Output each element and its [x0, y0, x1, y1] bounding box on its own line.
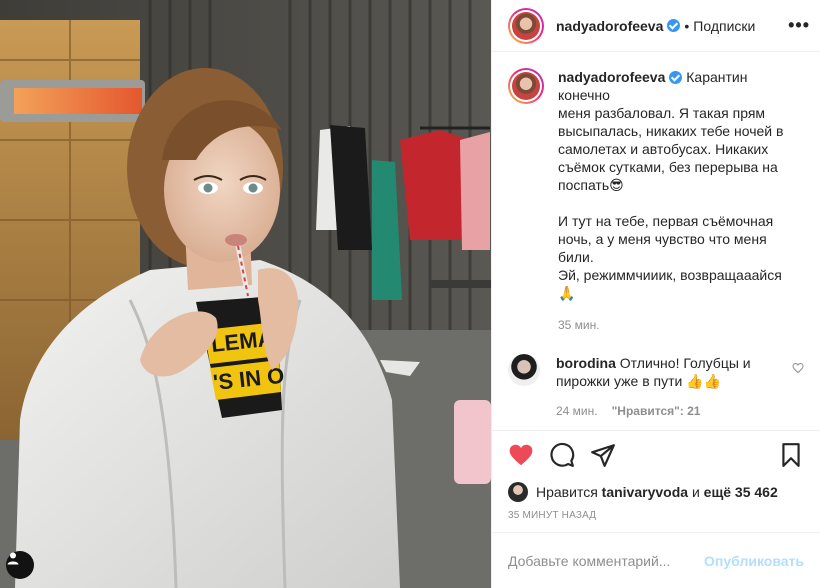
caption-avatar[interactable] [508, 68, 544, 104]
tagged-users-icon[interactable] [6, 551, 34, 579]
comment-bubble-icon[interactable] [549, 442, 575, 468]
comment-item: borodina Отлично! Голубцы и пирожки уже … [508, 354, 804, 420]
liker-avatar[interactable] [508, 482, 528, 502]
post-photo[interactable]: LEMAN 'S IN O [0, 0, 491, 588]
likes-prefix: Нравится [536, 484, 598, 500]
share-send-icon[interactable] [590, 442, 616, 468]
author-username[interactable]: nadyadorofeeva [556, 18, 663, 34]
photo-illustration: LEMAN 'S IN O [0, 0, 491, 588]
likes-joiner: и [691, 484, 700, 500]
caption-time[interactable]: 35 мин. [558, 316, 790, 334]
caption-block: nadyadorofeeva Карантин конечно меня раз… [508, 68, 804, 334]
post-sidebar: nadyadorofeeva • Подписки ••• nadyadorof… [491, 0, 820, 588]
publish-button[interactable]: Опубликовать [704, 553, 804, 569]
add-comment-bar: Опубликовать [492, 532, 820, 588]
author-avatar[interactable] [508, 7, 544, 44]
following-button[interactable]: Подписки [693, 18, 755, 34]
comment-likes[interactable]: "Нравится": 21 [612, 404, 701, 418]
caption-text: Карантин конечно меня разбаловал. Я така… [558, 69, 784, 301]
caption-username[interactable]: nadyadorofeeva [558, 69, 665, 85]
comment-like-heart-icon[interactable] [792, 362, 804, 374]
verified-badge-icon [667, 19, 681, 32]
liker-username[interactable]: tanivaryvoda [602, 484, 688, 500]
likes-count[interactable]: ещё 35 462 [704, 484, 778, 500]
comment-username[interactable]: borodina [556, 355, 616, 371]
header-separator: • [684, 17, 690, 34]
post-header: nadyadorofeeva • Подписки ••• [492, 0, 820, 52]
more-options-icon[interactable]: ••• [788, 15, 810, 36]
post-timestamp[interactable]: 35 МИНУТ НАЗАД [492, 506, 820, 532]
save-bookmark-icon[interactable] [778, 442, 804, 468]
action-bar [492, 430, 820, 478]
like-heart-icon[interactable] [508, 442, 534, 468]
caption-verified-icon [669, 71, 683, 84]
commenter-avatar[interactable] [508, 354, 540, 386]
post-dialog: LEMAN 'S IN O nadyadorofeeva • Подписки … [0, 0, 820, 588]
comment-input[interactable] [508, 552, 705, 569]
likes-summary: Нравится tanivaryvoda и ещё 35 462 [492, 478, 820, 506]
caption-text-block: nadyadorofeeva Карантин конечно меня раз… [558, 68, 790, 302]
comments-area[interactable]: nadyadorofeeva Карантин конечно меня раз… [492, 52, 820, 430]
comment-time[interactable]: 24 мин. [556, 404, 598, 418]
